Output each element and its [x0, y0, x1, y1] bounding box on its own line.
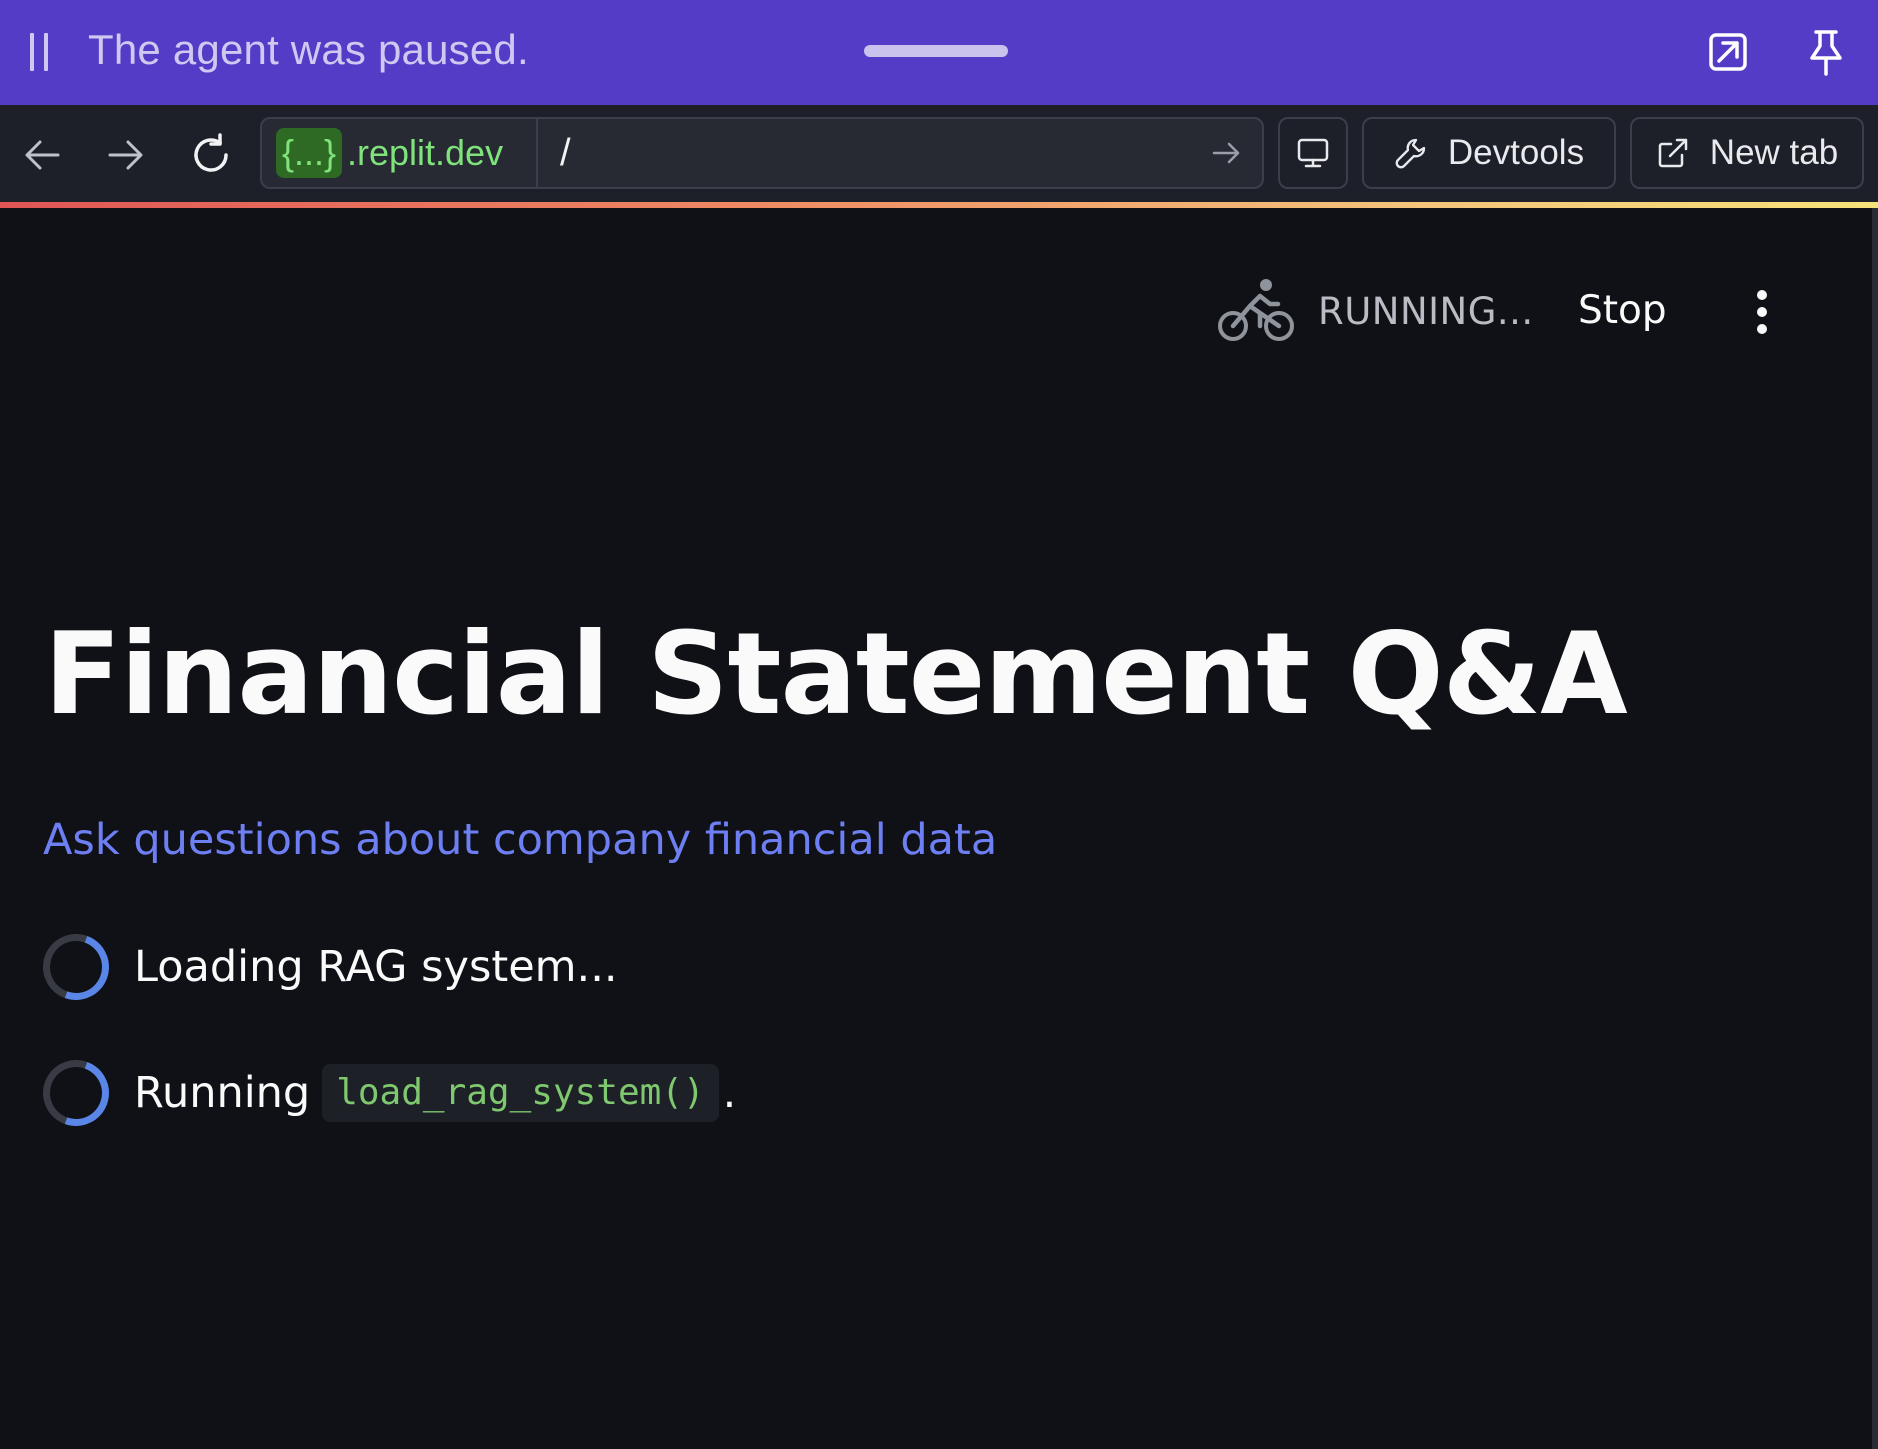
app-run-status: RUNNING... [1318, 290, 1534, 333]
new-tab-button[interactable]: New tab [1630, 117, 1864, 189]
wrench-icon [1395, 138, 1426, 169]
host-prefix-badge: {...} [276, 128, 343, 178]
device-preview-button[interactable] [1278, 117, 1348, 189]
loading-message: Loading RAG system... [134, 942, 618, 992]
external-link-icon [1658, 138, 1688, 168]
new-tab-label: New tab [1709, 133, 1839, 172]
page-subtitle: Ask questions about company financial da… [43, 815, 998, 865]
running-function-code: load_rag_system() [322, 1064, 719, 1122]
agent-status-banner: The agent was paused. [0, 0, 1878, 105]
forward-arrow-icon[interactable] [100, 130, 150, 180]
go-arrow-icon[interactable] [1210, 137, 1242, 169]
open-external-icon[interactable] [1704, 28, 1752, 76]
monitor-icon [1297, 138, 1329, 168]
pause-icon[interactable] [26, 33, 54, 71]
window-right-edge [1872, 208, 1878, 1449]
url-divider [536, 119, 538, 187]
loading-spinner-icon [32, 923, 120, 1011]
back-arrow-icon[interactable] [18, 130, 68, 180]
host-domain: .replit.dev [347, 132, 504, 173]
app-viewport: RUNNING... Stop Financial Statement Q&A … [0, 208, 1878, 1449]
address-bar[interactable]: {...} .replit.dev / [260, 117, 1264, 189]
running-prefix: Running [134, 1068, 311, 1118]
browser-toolbar: {...} .replit.dev / Devtools New tab [0, 105, 1878, 205]
more-options-icon[interactable] [1752, 290, 1772, 334]
url-path-input[interactable]: / [560, 128, 571, 178]
devtools-label: Devtools [1447, 133, 1585, 172]
pin-icon[interactable] [1802, 28, 1850, 78]
drag-handle[interactable] [864, 45, 1008, 57]
running-status-row: Running load_rag_system() . [32, 1049, 737, 1137]
bicycle-running-icon [1218, 279, 1294, 341]
loading-status-row: Loading RAG system... [32, 923, 618, 1011]
reload-icon[interactable] [186, 130, 236, 180]
page-title: Financial Statement Q&A [44, 608, 1628, 740]
running-spinner-icon [32, 1049, 120, 1137]
agent-status-text: The agent was paused. [88, 26, 529, 73]
devtools-button[interactable]: Devtools [1362, 117, 1616, 189]
stop-button[interactable]: Stop [1578, 288, 1667, 333]
running-suffix: . [722, 1068, 737, 1118]
